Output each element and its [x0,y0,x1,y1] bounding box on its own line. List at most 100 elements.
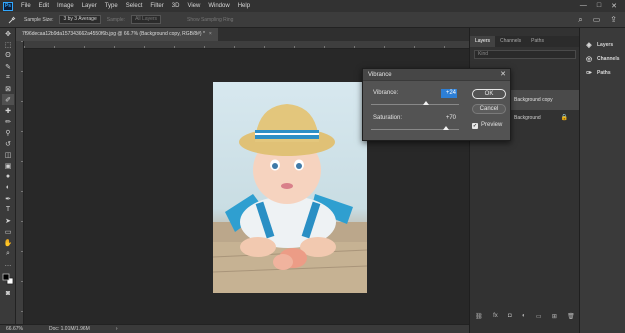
eraser-tool-icon[interactable]: ◫ [2,149,14,160]
menu-layer[interactable]: Layer [78,3,101,9]
channels-icon: ◎ [585,56,593,63]
layer-filter-field[interactable]: Kind [474,50,576,59]
menu-window[interactable]: Window [204,3,233,9]
dialog-title: Vibrance [368,72,392,78]
ruler-horizontal [24,41,469,49]
gradient-tool-icon[interactable]: ▣ [2,160,14,171]
trash-icon[interactable]: 🗑 [567,313,575,320]
maximize-icon[interactable]: □ [597,2,601,10]
baby-photo [213,82,367,293]
type-tool-icon[interactable]: T [2,204,14,215]
zoom-tool-icon[interactable]: ⌕ [2,248,14,259]
tab-channels[interactable]: Channels [495,36,526,47]
menu-type[interactable]: Type [101,3,122,9]
menu-edit[interactable]: Edit [35,3,53,9]
options-bar: Sample Size: 3 by 3 Average Sample: All … [0,12,625,28]
workspace-icon[interactable]: ▭ [593,15,601,25]
document-tab-title: 7f96decaa12b9da157343662a4550f6b.jpg @ 6… [22,31,205,37]
hand-tool-icon[interactable]: ✋ [2,237,14,248]
document-info[interactable]: Doc: 1.01M/1.96M [49,326,90,332]
history-brush-icon[interactable]: ↺ [2,138,14,149]
new-layer-icon[interactable]: ⊞ [552,313,557,320]
ruler-vertical [16,41,24,324]
blur-tool-icon[interactable]: ● [2,171,14,182]
saturation-slider-thumb[interactable] [442,126,449,130]
dodge-tool-icon[interactable]: ◐ [2,182,14,193]
menu-select[interactable]: Select [122,3,147,9]
vibrance-dialog: Vibrance ✕ Vibrance: +24 Saturation: +70… [362,68,511,141]
saturation-label: Saturation: [373,115,403,121]
vibrance-slider-track[interactable] [371,104,459,105]
sample-select[interactable]: All Layers [131,15,162,24]
preview-label: Preview [481,122,503,128]
quick-mask-icon[interactable]: ◙ [2,288,14,299]
dialog-titlebar[interactable]: Vibrance ✕ [363,69,510,81]
healing-brush-icon[interactable]: ✚ [2,105,14,116]
move-tool-icon[interactable]: ✥ [2,28,14,39]
close-icon[interactable]: ✕ [500,69,506,81]
path-select-icon[interactable]: ➤ [2,215,14,226]
link-layers-icon[interactable]: ⛓ [475,313,483,320]
fx-icon[interactable]: fx [493,313,498,319]
brush-tool-icon[interactable]: ✏ [2,116,14,127]
crop-tool-icon[interactable]: ⌗ [2,72,14,83]
layer-name: Background copy [514,97,553,103]
shape-tool-icon[interactable]: ▭ [2,226,14,237]
status-bar: 66.67% Doc: 1.01M/1.96M › [0,324,469,333]
tool-bar: ✥ ⬚ ʘ ✎ ⌗ ⊠ ✐ ✚ ✏ ⚲ ↺ ◫ ▣ ● ◐ ✒ T ➤ ▭ ✋ … [0,28,16,324]
photoshop-logo: Ps [3,1,13,11]
vibrance-value-field[interactable]: +24 [441,89,457,98]
cancel-button[interactable]: Cancel [472,104,506,114]
sample-size-select[interactable]: 3 by 3 Average [59,15,101,24]
document-tab-bar: 7f96decaa12b9da157343662a4550f6b.jpg @ 6… [16,28,469,41]
menu-file[interactable]: File [17,3,35,9]
saturation-value-field[interactable]: +70 [441,114,457,123]
search-icon[interactable]: ⌕ [578,15,582,25]
eyedropper-tool-icon[interactable] [6,14,18,25]
mask-icon[interactable]: ◘ [508,313,512,319]
menu-3d[interactable]: 3D [168,3,184,9]
strip-channels[interactable]: ◎ Channels [580,52,625,66]
panel-tabs: Layers Channels Paths [470,36,580,47]
options-right: ⌕ ▭ ⇪ [578,15,625,25]
window-controls: — □ ✕ [580,2,625,10]
minimize-icon[interactable]: — [580,2,587,10]
tab-layers[interactable]: Layers [470,36,496,47]
menu-image[interactable]: Image [53,3,78,9]
color-swatches-icon[interactable] [2,270,14,288]
document-tab[interactable]: 7f96decaa12b9da157343662a4550f6b.jpg @ 6… [16,28,218,41]
strip-paths[interactable]: ✑ Paths [580,66,625,80]
lasso-tool-icon[interactable]: ʘ [2,50,14,61]
show-sampling-ring-checkbox[interactable]: Show Sampling Ring [187,17,233,23]
adjustment-layer-icon[interactable]: ◐ [522,313,526,319]
paths-icon: ✑ [586,70,592,77]
strip-layers[interactable]: ◈ Layers [580,38,625,52]
menu-filter[interactable]: Filter [146,3,167,9]
more-tools-icon[interactable]: … [2,259,14,270]
quick-select-tool-icon[interactable]: ✎ [2,61,14,72]
layer-name: Background [514,115,541,121]
eyedropper-icon[interactable]: ✐ [2,94,14,105]
pen-tool-icon[interactable]: ✒ [2,193,14,204]
sample-size-label: Sample Size: [24,16,54,23]
sample-label: Sample: [106,16,126,23]
share-icon[interactable]: ⇪ [610,15,617,25]
frame-tool-icon[interactable]: ⊠ [2,83,14,94]
preview-checkbox[interactable]: ✓ [472,123,478,129]
clone-stamp-icon[interactable]: ⚲ [2,127,14,138]
menu-bar: Ps File Edit Image Layer Type Select Fil… [0,0,625,12]
status-arrow-icon[interactable]: › [116,326,118,332]
zoom-level[interactable]: 66.67% [6,326,23,332]
vibrance-slider-thumb[interactable] [422,101,429,105]
lock-icon[interactable]: 🔒 [561,110,568,126]
close-tab-icon[interactable]: × [209,31,212,37]
menu-view[interactable]: View [183,3,204,9]
tab-paths[interactable]: Paths [526,36,549,47]
ok-button[interactable]: OK [472,89,506,99]
menu-help[interactable]: Help [234,3,254,9]
panel-icon-strip: ◈ Layers ◎ Channels ✑ Paths [579,28,625,333]
group-folder-icon[interactable]: ▭ [536,313,542,320]
close-window-icon[interactable]: ✕ [611,2,617,10]
marquee-tool-icon[interactable]: ⬚ [2,39,14,50]
layers-footer: ⛓ fx ◘ ◐ ▭ ⊞ 🗑 [470,311,580,321]
